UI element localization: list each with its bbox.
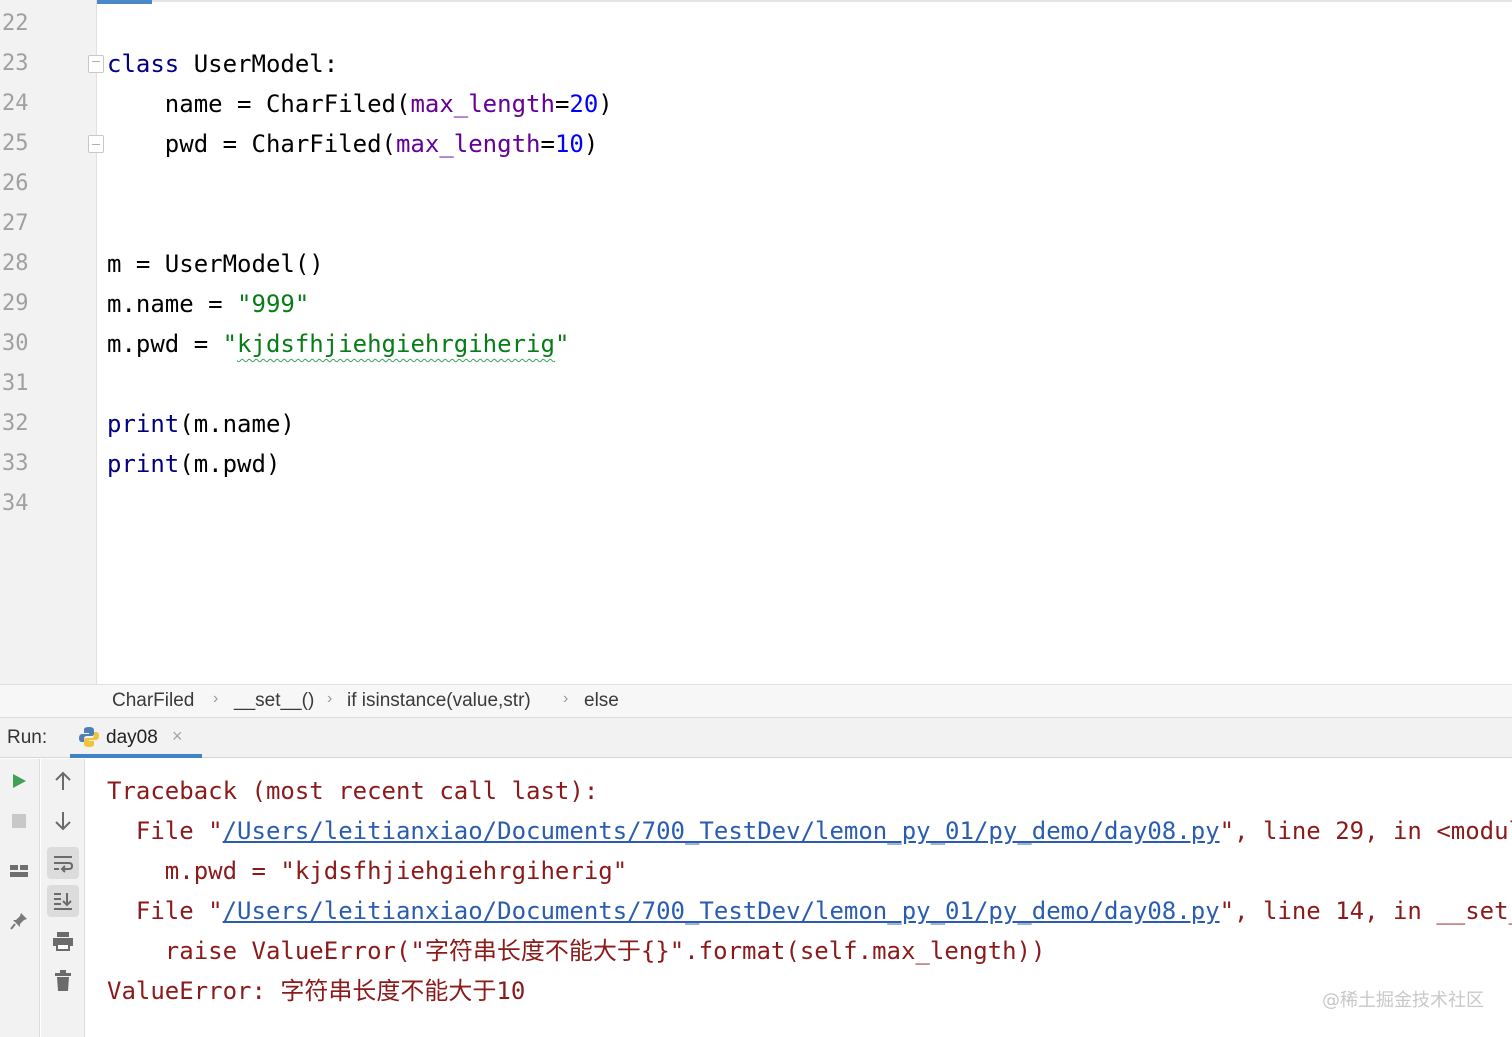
active-tab-indicator — [70, 754, 202, 758]
code-text: ) — [598, 90, 613, 118]
python-icon — [79, 727, 99, 747]
code-text: pwd = CharFiled( — [107, 130, 396, 158]
file-path-link[interactable]: /Users/leitianxiao/Documents/700_TestDev… — [223, 897, 1220, 925]
code-line-32[interactable]: print(m.name) — [107, 404, 295, 444]
line-number: 28 — [2, 251, 29, 276]
close-icon[interactable]: × — [172, 726, 183, 747]
fold-collapse-icon[interactable] — [88, 55, 104, 73]
console-code-line: m.pwd = "kjdsfhjiehgiehrgiherig" — [107, 857, 628, 885]
line-number: 30 — [2, 331, 29, 356]
code-line-24[interactable]: name = CharFiled(max_length=20) — [107, 84, 613, 124]
up-arrow-icon[interactable] — [47, 765, 79, 797]
line-number: 31 — [2, 371, 29, 396]
line-number: 34 — [2, 491, 29, 516]
console-text: ", line 14, in __set__ — [1219, 897, 1512, 925]
breadcrumb-item-method[interactable]: __set__() — [234, 690, 314, 712]
code-text: m.pwd = — [107, 330, 223, 358]
trash-icon[interactable] — [47, 965, 79, 997]
console-traceback-header: Traceback (most recent call last): — [107, 777, 599, 805]
code-text: ) — [583, 130, 599, 158]
line-number: 29 — [2, 291, 29, 316]
tab-label: day08 — [106, 727, 158, 748]
pin-icon[interactable] — [3, 905, 35, 937]
code-text: m.name = — [107, 290, 238, 318]
line-number: 32 — [2, 411, 29, 436]
console-text: File " — [107, 817, 223, 845]
number-literal: 10 — [554, 130, 584, 158]
code-text: (m.pwd) — [179, 450, 281, 478]
line-number-gutter: 22 23 24 25 26 27 28 29 30 31 32 33 34 — [0, 0, 97, 684]
code-line-25[interactable]: pwd = CharFiled(max_length=10) — [107, 124, 599, 164]
console-code-line: raise ValueError("字符串长度不能大于{}".format(se… — [107, 937, 1046, 965]
run-tool-window-header: Run: day08 × — [0, 718, 1512, 758]
string-literal-typo: kjdsfhjiehgiehrgiherig — [237, 330, 555, 358]
code-text: = — [540, 130, 555, 158]
down-arrow-icon[interactable] — [47, 805, 79, 837]
scroll-to-end-icon[interactable] — [47, 885, 79, 917]
run-toolbar-secondary — [41, 759, 85, 1037]
string-literal: "999" — [237, 290, 310, 318]
console-file-line: File "/Users/leitianxiao/Documents/700_T… — [107, 811, 1512, 851]
code-line-28[interactable]: m = UserModel() — [107, 244, 324, 284]
code-text: name = CharFiled( — [107, 90, 411, 118]
breadcrumb-separator: › — [327, 690, 333, 707]
print-icon[interactable] — [47, 925, 79, 957]
string-quote: " — [222, 330, 238, 358]
run-toolbar-primary — [0, 759, 40, 1037]
line-number: 22 — [2, 11, 29, 36]
console-error-message: ValueError: 字符串长度不能大于10 — [107, 977, 526, 1005]
line-number: 25 — [2, 131, 29, 156]
line-number: 27 — [2, 211, 29, 236]
watermark: @稀土掘金技术社区 — [1322, 990, 1484, 1011]
line-number: 24 — [2, 91, 29, 116]
code-text: = — [554, 90, 570, 118]
code-line-30[interactable]: m.pwd = "kjdsfhjiehgiehrgiherig" — [107, 324, 569, 364]
code-text: (m.name) — [179, 410, 295, 438]
console-text: File " — [107, 897, 223, 925]
line-number: 23 — [2, 51, 29, 76]
breadcrumb-separator: › — [563, 690, 569, 707]
string-quote: " — [554, 330, 570, 358]
param-name: max_length — [395, 130, 541, 158]
fold-end-icon[interactable] — [88, 135, 104, 153]
builtin-print: print — [107, 410, 180, 438]
breadcrumb-item-if[interactable]: if isinstance(value,str) — [347, 690, 531, 712]
layout-icon[interactable] — [3, 855, 35, 887]
breadcrumb-item-else[interactable]: else — [584, 690, 619, 712]
code-line-23[interactable]: class UserModel: — [107, 44, 338, 84]
number-literal: 20 — [569, 90, 599, 118]
param-name: max_length — [410, 90, 555, 118]
line-number: 33 — [2, 451, 29, 476]
code-line-33[interactable]: print(m.pwd) — [107, 444, 280, 484]
top-divider — [152, 0, 1512, 2]
breadcrumb-item-class[interactable]: CharFiled — [112, 690, 194, 712]
run-label: Run: — [7, 727, 48, 748]
file-path-link[interactable]: /Users/leitianxiao/Documents/700_TestDev… — [223, 817, 1220, 845]
console-text: ", line 29, in <module> — [1219, 817, 1512, 845]
breadcrumb: CharFiled › __set__() › if isinstance(va… — [0, 684, 1512, 718]
run-icon[interactable] — [3, 765, 35, 797]
console-file-line: File "/Users/leitianxiao/Documents/700_T… — [107, 891, 1512, 931]
soft-wrap-icon[interactable] — [47, 847, 79, 879]
run-console-output[interactable]: Traceback (most recent call last): File … — [86, 759, 1512, 1037]
builtin-print: print — [107, 450, 180, 478]
code-editor[interactable]: 22 23 24 25 26 27 28 29 30 31 32 33 34 c… — [0, 0, 1512, 684]
breadcrumb-separator: › — [213, 690, 219, 707]
line-number: 26 — [2, 171, 29, 196]
code-line-29[interactable]: m.name = "999" — [107, 284, 309, 324]
stop-icon[interactable] — [3, 805, 35, 837]
keyword-class: class — [107, 50, 180, 78]
code-text: UserModel: — [179, 50, 339, 78]
